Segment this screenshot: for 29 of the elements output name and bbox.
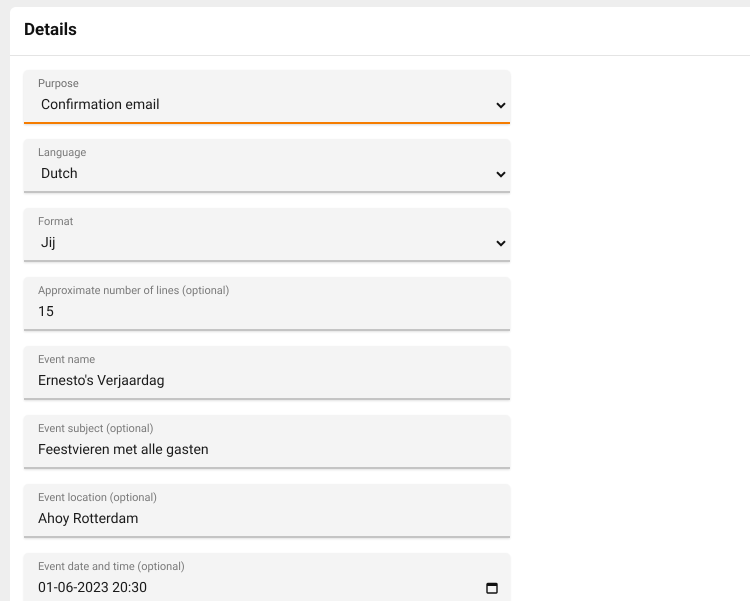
text-field[interactable]: Event location (optional) Ahoy Rotterdam (24, 484, 510, 538)
field-value: Dutch (40, 165, 78, 183)
text-field[interactable]: Event subject (optional) Feestvieren met alle gasten (24, 415, 510, 469)
chevron-down-icon (496, 240, 506, 246)
field-label: Approximate number of lines (optional) (37, 283, 230, 298)
card-title: Details (24, 19, 77, 42)
field-value: Jij (40, 234, 56, 252)
chevron-down-icon (496, 102, 506, 108)
field-label: Format (37, 214, 74, 229)
field-label: Event subject (optional) (37, 421, 154, 436)
field-label: Event location (optional) (37, 490, 158, 505)
chevron-down-icon (496, 170, 506, 178)
text-field[interactable]: Event name Ernesto's Verjaardag (24, 346, 510, 400)
select-field[interactable]: Purpose Confirmation email (24, 70, 510, 124)
calendar-icon (486, 582, 498, 594)
field-label: Purpose (37, 76, 80, 91)
field-label: Event name (37, 352, 96, 367)
field-value: Confirmation email (40, 96, 160, 114)
field-label: Language (37, 145, 88, 160)
select-field[interactable]: Format Jij (24, 208, 510, 262)
field-value: 01-06-2023 20:30 (37, 579, 148, 597)
field-value: 15 (37, 303, 54, 321)
date-time-field[interactable]: Event date and time (optional) 01-06-2023 20:30 (24, 553, 510, 601)
select-field[interactable]: Language Dutch (24, 139, 510, 193)
field-value: Feestvieren met alle gasten (37, 441, 209, 459)
field-label: Event date and time (optional) (37, 559, 186, 574)
field-value: Ernesto's Verjaardag (37, 372, 165, 390)
text-field[interactable]: Approximate number of lines (optional) 15 (24, 277, 510, 331)
field-value: Ahoy Rotterdam (37, 510, 138, 528)
